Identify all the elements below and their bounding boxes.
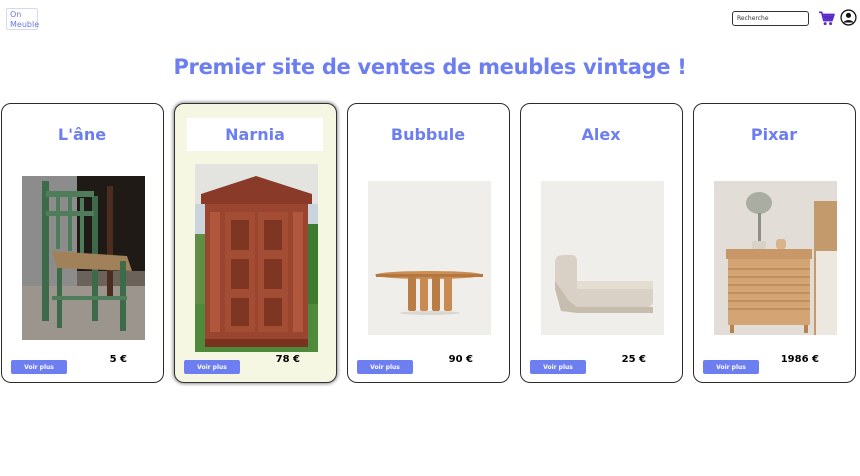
product-price: 5 € — [109, 354, 127, 365]
product-price: 90 € — [448, 354, 473, 365]
page-title: Premier site de ventes de meubles vintag… — [173, 55, 687, 79]
cart-icon[interactable] — [818, 11, 835, 26]
voir-plus-button[interactable]: Voir plus — [184, 360, 240, 374]
product-image-chaise-longue[interactable] — [541, 181, 664, 335]
voir-plus-button[interactable]: Voir plus — [530, 360, 586, 374]
product-name: Pixar — [750, 125, 798, 144]
product-card-narnia[interactable]: Narnia Voir plus 78 € — [174, 103, 337, 383]
product-name: Alex — [581, 125, 621, 144]
logo-line-1: On — [10, 10, 22, 19]
search-input[interactable] — [732, 11, 809, 26]
product-price: 1986 € — [780, 354, 819, 365]
product-name: Narnia — [187, 118, 323, 151]
user-account-icon[interactable] — [840, 9, 857, 26]
site-logo[interactable]: On Meuble — [6, 8, 40, 30]
product-card-alex[interactable]: Alex Voir plus 25 € — [520, 103, 683, 383]
logo-line-2: Meuble — [10, 20, 40, 29]
voir-plus-button[interactable]: Voir plus — [11, 360, 67, 374]
product-card-bubbule[interactable]: Bubbule Voir plus 90 € — [347, 103, 510, 383]
product-price: 25 € — [621, 354, 646, 365]
product-name: L'âne — [57, 125, 107, 144]
product-image-wardrobe[interactable] — [195, 164, 318, 352]
product-image-table[interactable] — [368, 181, 491, 335]
product-name: Bubbule — [390, 125, 466, 144]
product-card-pixar[interactable]: Pixar Voir plus 1986 € — [693, 103, 856, 383]
product-price: 78 € — [275, 354, 300, 365]
voir-plus-button[interactable]: Voir plus — [357, 360, 413, 374]
product-image-nightstand[interactable] — [714, 181, 837, 335]
product-image-chair[interactable] — [22, 176, 145, 340]
voir-plus-button[interactable]: Voir plus — [703, 360, 759, 374]
product-card-lane[interactable]: L'âne Voir plus 5 € — [1, 103, 164, 383]
